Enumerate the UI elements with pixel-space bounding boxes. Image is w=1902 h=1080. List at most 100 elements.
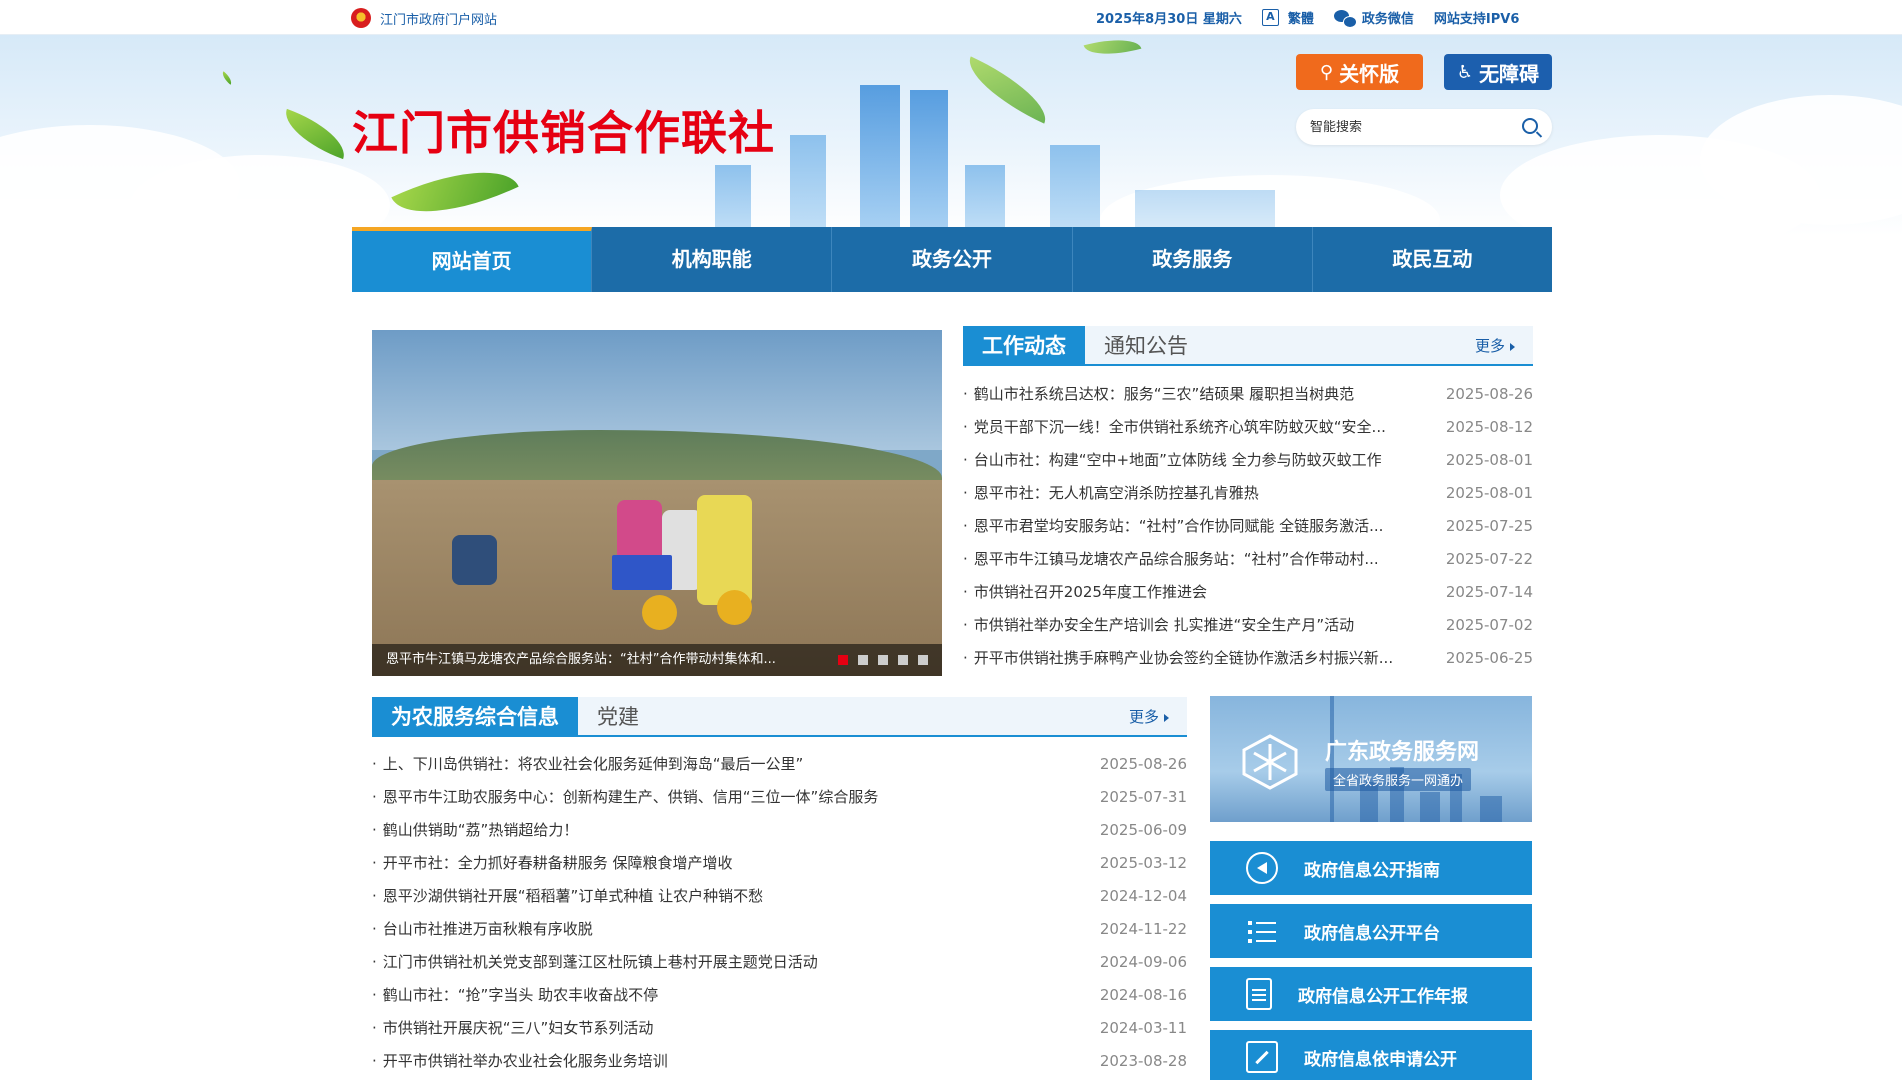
slider-dot[interactable]: [858, 655, 868, 665]
news-item[interactable]: 恩平市牛江助农服务中心：创新构建生产、供销、信用“三位一体”综合服务 2025-0…: [372, 781, 1187, 814]
news-date: 2025-07-14: [1445, 583, 1533, 601]
news-item[interactable]: 江门市供销社机关党支部到蓬江区杜阮镇上巷村开展主题党日活动 2024-09-06: [372, 946, 1187, 979]
news-item[interactable]: 党员干部下沉一线！全市供销社系统齐心筑牢防蚊灭蚊“安全... 2025-08-12: [963, 411, 1533, 444]
work-news-header: 工作动态 通知公告 更多: [963, 326, 1533, 366]
search-input[interactable]: [1310, 119, 1510, 135]
news-title[interactable]: 恩平市君堂均安服务站：“社村”合作协同赋能 全链服务激活...: [963, 510, 1384, 543]
slider-dot[interactable]: [898, 655, 908, 665]
news-item[interactable]: 鹤山供销助“荔”热销超给力！ 2025-06-09: [372, 814, 1187, 847]
banner-subtitle: 全省政务服务一网通办: [1325, 768, 1472, 791]
care-mode-label: 关怀版: [1339, 61, 1400, 86]
news-title[interactable]: 党员干部下沉一线！全市供销社系统齐心筑牢防蚊灭蚊“安全...: [963, 411, 1386, 444]
news-title[interactable]: 开平市社：全力抓好春耕备耕服务 保障粮食增产增收: [372, 847, 733, 880]
accessibility-button[interactable]: ♿ 无障碍: [1444, 54, 1552, 90]
news-item[interactable]: 鹤山市社系统吕达权：服务“三农”结硕果 履职担当树典范 2025-08-26: [963, 378, 1533, 411]
nav-tab-government-services[interactable]: 政务服务: [1073, 227, 1313, 292]
site-title: 江门市供销合作联社: [352, 106, 775, 160]
farm-info-more-link[interactable]: 更多: [1129, 697, 1169, 737]
news-item[interactable]: 开平市供销社携手麻鸭产业协会签约全链协作激活乡村振兴新... 2025-06-25: [963, 642, 1533, 675]
tab-party-building[interactable]: 党建: [578, 697, 658, 735]
news-title[interactable]: 恩平沙湖供销社开展“稻稻薯”订单式种植 让农户种销不愁: [372, 880, 763, 913]
news-title[interactable]: 恩平市牛江助农服务中心：创新构建生产、供销、信用“三位一体”综合服务: [372, 781, 879, 814]
news-title[interactable]: 鹤山市社：“抢”字当头 助农丰收奋战不停: [372, 979, 658, 1012]
nav-tab-government-affairs[interactable]: 政务公开: [832, 227, 1073, 292]
slider-dot[interactable]: [918, 655, 928, 665]
search-icon[interactable]: [1522, 118, 1538, 134]
news-item[interactable]: 恩平市君堂均安服务站：“社村”合作协同赋能 全链服务激活... 2025-07-2…: [963, 510, 1533, 543]
service-info-request-disclosure[interactable]: 政府信息依申请公开: [1210, 1030, 1532, 1080]
news-item[interactable]: 上、下川岛供销社：将农业社会化服务延伸到海岛“最后一公里” 2025-08-26: [372, 748, 1187, 781]
service-info-disclosure-platform[interactable]: 政府信息公开平台: [1210, 904, 1532, 958]
slider-dot[interactable]: [838, 655, 848, 665]
news-title[interactable]: 市供销社举办安全生产培训会 扎实推进“安全生产月”活动: [963, 609, 1354, 642]
news-title[interactable]: 恩平市社：无人机高空消杀防控基孔肯雅热: [963, 477, 1259, 510]
news-title[interactable]: 鹤山供销助“荔”热销超给力！: [372, 814, 579, 847]
banner-title: 广东政务服务网: [1325, 740, 1480, 765]
search-box: [1296, 109, 1552, 145]
news-date: 2025-03-12: [1099, 854, 1187, 872]
service-label: 政府信息公开工作年报: [1298, 986, 1468, 1007]
news-date: 2025-08-26: [1099, 755, 1187, 773]
news-item[interactable]: 台山市社：构建“空中+地面”立体防线 全力参与防蚊灭蚊工作 2025-08-01: [963, 444, 1533, 477]
news-title[interactable]: 市供销社召开2025年度工作推进会: [963, 576, 1207, 609]
top-bar-right: 2025年8月30日 星期六 A 繁體 政务微信 网站支持IPV6: [1096, 8, 1539, 28]
news-date: 2025-07-02: [1445, 616, 1533, 634]
news-title[interactable]: 台山市社：构建“空中+地面”立体防线 全力参与防蚊灭蚊工作: [963, 444, 1382, 477]
farm-info-list: 上、下川岛供销社：将农业社会化服务延伸到海岛“最后一公里” 2025-08-26 恩…: [372, 748, 1187, 1078]
news-item[interactable]: 恩平市社：无人机高空消杀防控基孔肯雅热 2025-08-01: [963, 477, 1533, 510]
news-item[interactable]: 开平市社：全力抓好春耕备耕服务 保障粮食增产增收 2025-03-12: [372, 847, 1187, 880]
news-item[interactable]: 市供销社开展庆祝“三八”妇女节系列活动 2024-03-11: [372, 1012, 1187, 1045]
photo-slider[interactable]: 恩平市牛江镇马龙塘农产品综合服务站：“社村”合作带动村集体和...: [372, 330, 942, 676]
nav-tab-organization[interactable]: 机构职能: [592, 227, 833, 292]
news-item[interactable]: 开平市供销社举办农业社会化服务业务培训 2023-08-28: [372, 1045, 1187, 1078]
tab-notices[interactable]: 通知公告: [1085, 326, 1207, 364]
tab-farm-service-info[interactable]: 为农服务综合信息: [372, 697, 578, 735]
portal-link[interactable]: 江门市政府门户网站: [351, 8, 497, 28]
news-date: 2025-06-09: [1099, 821, 1187, 839]
slider-dot[interactable]: [878, 655, 888, 665]
list-icon: [1246, 915, 1278, 947]
traditional-chinese-link[interactable]: A 繁體: [1261, 8, 1314, 27]
guangdong-gov-service-banner[interactable]: 广东政务服务网 全省政务服务一网通办: [1210, 696, 1532, 822]
news-title[interactable]: 台山市社推进万亩秋粮有序收脱: [372, 913, 593, 946]
news-item[interactable]: 台山市社推进万亩秋粮有序收脱 2024-11-22: [372, 913, 1187, 946]
news-title[interactable]: 开平市供销社携手麻鸭产业协会签约全链协作激活乡村振兴新...: [963, 642, 1393, 675]
news-item[interactable]: 市供销社举办安全生产培训会 扎实推进“安全生产月”活动 2025-07-02: [963, 609, 1533, 642]
nav-tab-public-interaction[interactable]: 政民互动: [1313, 227, 1552, 292]
news-date: 2024-08-16: [1099, 986, 1187, 1004]
header-banner: 江门市供销合作联社 ⚲ 关怀版 ♿ 无障碍: [0, 35, 1902, 235]
ipv6-label: 网站支持IPV6: [1433, 12, 1520, 27]
service-label: 政府信息公开指南: [1304, 860, 1440, 881]
work-news-list: 鹤山市社系统吕达权：服务“三农”结硕果 履职担当树典范 2025-08-26 党员干…: [963, 378, 1533, 675]
news-title[interactable]: 上、下川岛供销社：将农业社会化服务延伸到海岛“最后一公里”: [372, 748, 804, 781]
nav-tab-home[interactable]: 网站首页: [352, 227, 593, 292]
accessibility-icon: ♿: [1456, 61, 1474, 83]
news-date: 2025-07-31: [1099, 788, 1187, 806]
farm-info-header: 为农服务综合信息 党建 更多: [372, 697, 1187, 737]
date-display: 2025年8月30日 星期六: [1096, 12, 1242, 27]
news-title[interactable]: 江门市供销社机关党支部到蓬江区杜阮镇上巷村开展主题党日活动: [372, 946, 818, 979]
wechat-link[interactable]: 政务微信: [1333, 8, 1414, 28]
work-news-more-link[interactable]: 更多: [1475, 326, 1515, 366]
care-mode-button[interactable]: ⚲ 关怀版: [1296, 54, 1423, 90]
news-item[interactable]: 恩平市牛江镇马龙塘农产品综合服务站：“社村”合作带动村... 2025-07-22: [963, 543, 1533, 576]
portal-label: 江门市政府门户网站: [380, 12, 498, 28]
news-date: 2024-03-11: [1099, 1019, 1187, 1037]
guangdong-logo-icon: [1242, 734, 1298, 790]
news-item[interactable]: 恩平沙湖供销社开展“稻稻薯”订单式种植 让农户种销不愁 2024-12-04: [372, 880, 1187, 913]
service-info-disclosure-guide[interactable]: 政府信息公开指南: [1210, 841, 1532, 895]
news-date: 2025-08-01: [1445, 484, 1533, 502]
news-date: 2025-08-26: [1445, 385, 1533, 403]
location-pin-icon: ⚲: [1319, 61, 1334, 83]
accessibility-label: 无障碍: [1479, 61, 1540, 86]
news-date: 2025-06-25: [1445, 649, 1533, 667]
news-title[interactable]: 市供销社开展庆祝“三八”妇女节系列活动: [372, 1012, 654, 1045]
news-item[interactable]: 市供销社召开2025年度工作推进会 2025-07-14: [963, 576, 1533, 609]
news-title[interactable]: 鹤山市社系统吕达权：服务“三农”结硕果 履职担当树典范: [963, 378, 1354, 411]
news-title[interactable]: 开平市供销社举办农业社会化服务业务培训: [372, 1045, 668, 1078]
top-bar: 江门市政府门户网站 2025年8月30日 星期六 A 繁體 政务微信 网站支持I…: [0, 0, 1902, 35]
service-info-disclosure-annual-report[interactable]: 政府信息公开工作年报: [1210, 967, 1532, 1021]
news-title[interactable]: 恩平市牛江镇马龙塘农产品综合服务站：“社村”合作带动村...: [963, 543, 1379, 576]
tab-work-news[interactable]: 工作动态: [963, 326, 1085, 364]
news-item[interactable]: 鹤山市社：“抢”字当头 助农丰收奋战不停 2024-08-16: [372, 979, 1187, 1012]
